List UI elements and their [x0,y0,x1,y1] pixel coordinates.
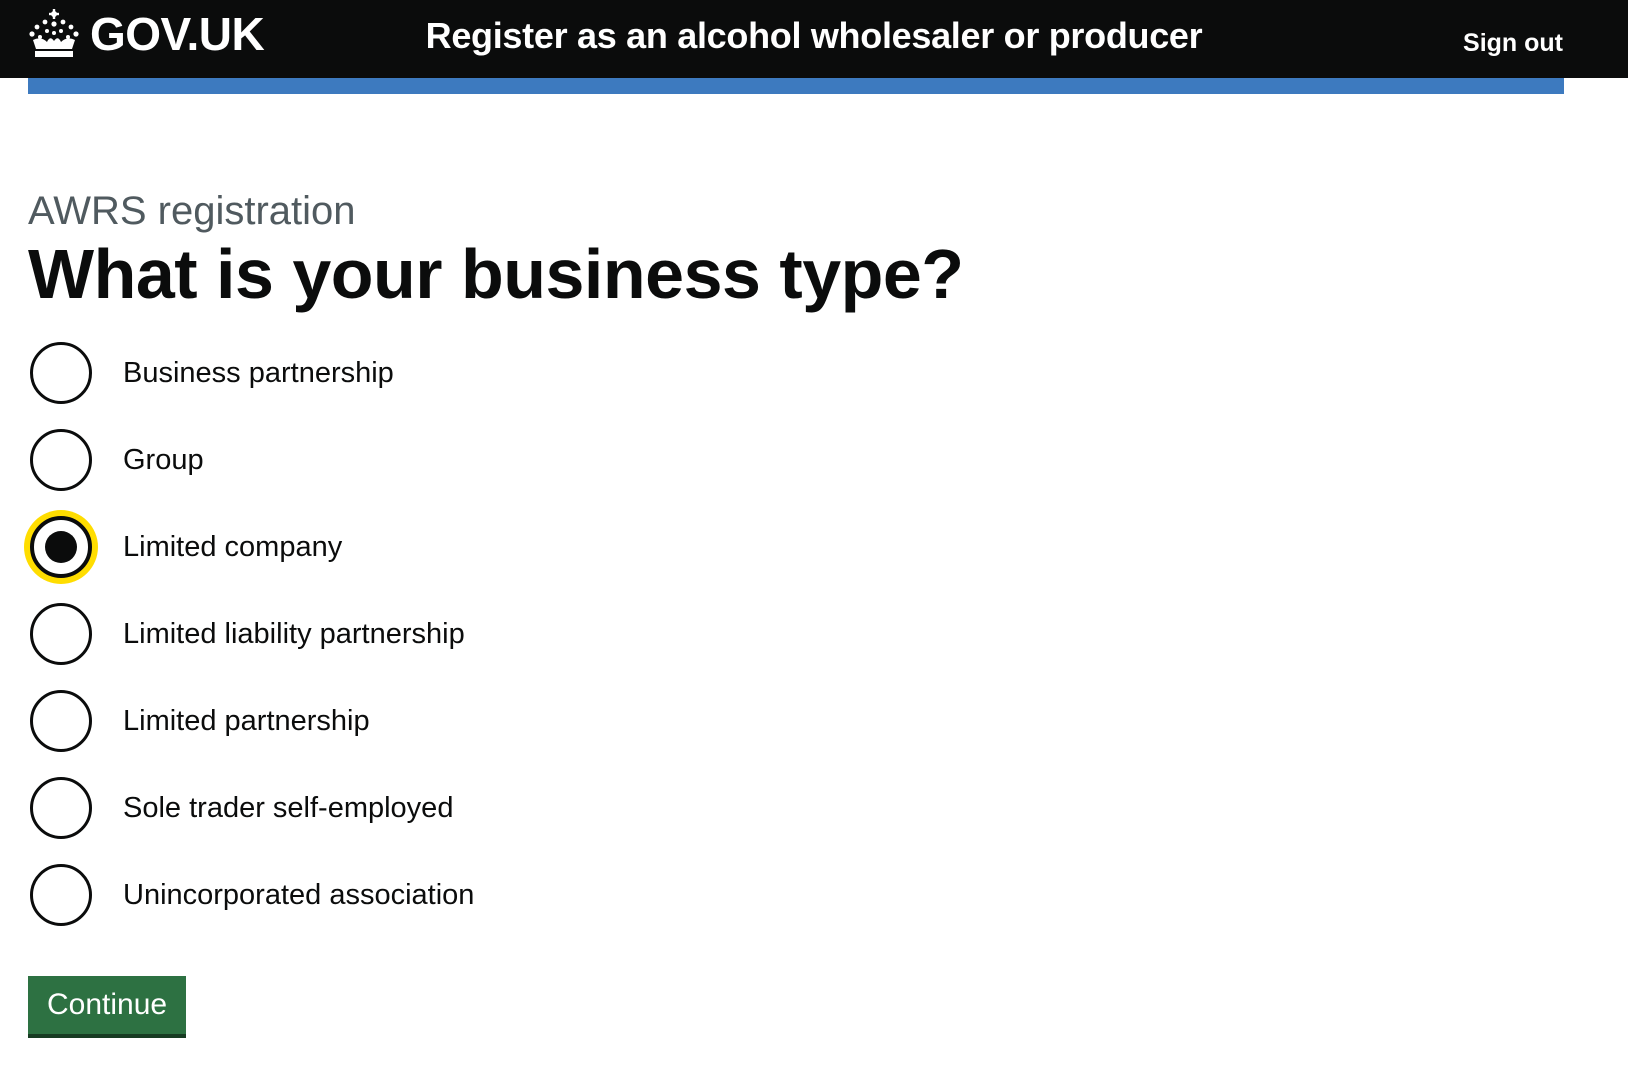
radio-option-unincorporated-association[interactable]: Unincorporated association [30,864,730,926]
radio-button[interactable] [30,516,92,578]
radio-label[interactable]: Sole trader self-employed [123,790,453,826]
radio-button[interactable] [30,342,92,404]
site-header: GOV.UK Register as an alcohol wholesaler… [0,0,1628,78]
radio-label[interactable]: Limited partnership [123,703,370,739]
radio-option-limited-partnership[interactable]: Limited partnership [30,690,730,752]
radio-option-sole-trader[interactable]: Sole trader self-employed [30,777,730,839]
radio-label[interactable]: Limited company [123,529,342,565]
radio-option-group[interactable]: Group [30,429,730,491]
radio-option-limited-liability-partnership[interactable]: Limited liability partnership [30,603,730,665]
radio-button[interactable] [30,690,92,752]
radio-label[interactable]: Limited liability partnership [123,616,465,652]
page-caption: AWRS registration [28,189,356,233]
radio-label[interactable]: Unincorporated association [123,877,474,913]
continue-button[interactable]: Continue [28,976,187,1034]
radio-button[interactable] [30,603,92,665]
radio-option-limited-company[interactable]: Limited company [30,516,730,578]
page-title: What is your business type? [28,235,964,313]
radio-button[interactable] [30,864,92,926]
header-accent-bar [28,78,1564,94]
sign-out-link[interactable]: Sign out [1463,28,1563,58]
radio-label[interactable]: Business partnership [123,355,394,391]
radio-button[interactable] [30,429,92,491]
business-type-radio-group: Business partnership Group Limited compa… [30,342,730,951]
radio-label[interactable]: Group [123,442,204,478]
radio-option-business-partnership[interactable]: Business partnership [30,342,730,404]
radio-button[interactable] [30,777,92,839]
service-name-link[interactable]: Register as an alcohol wholesaler or pro… [0,16,1628,56]
